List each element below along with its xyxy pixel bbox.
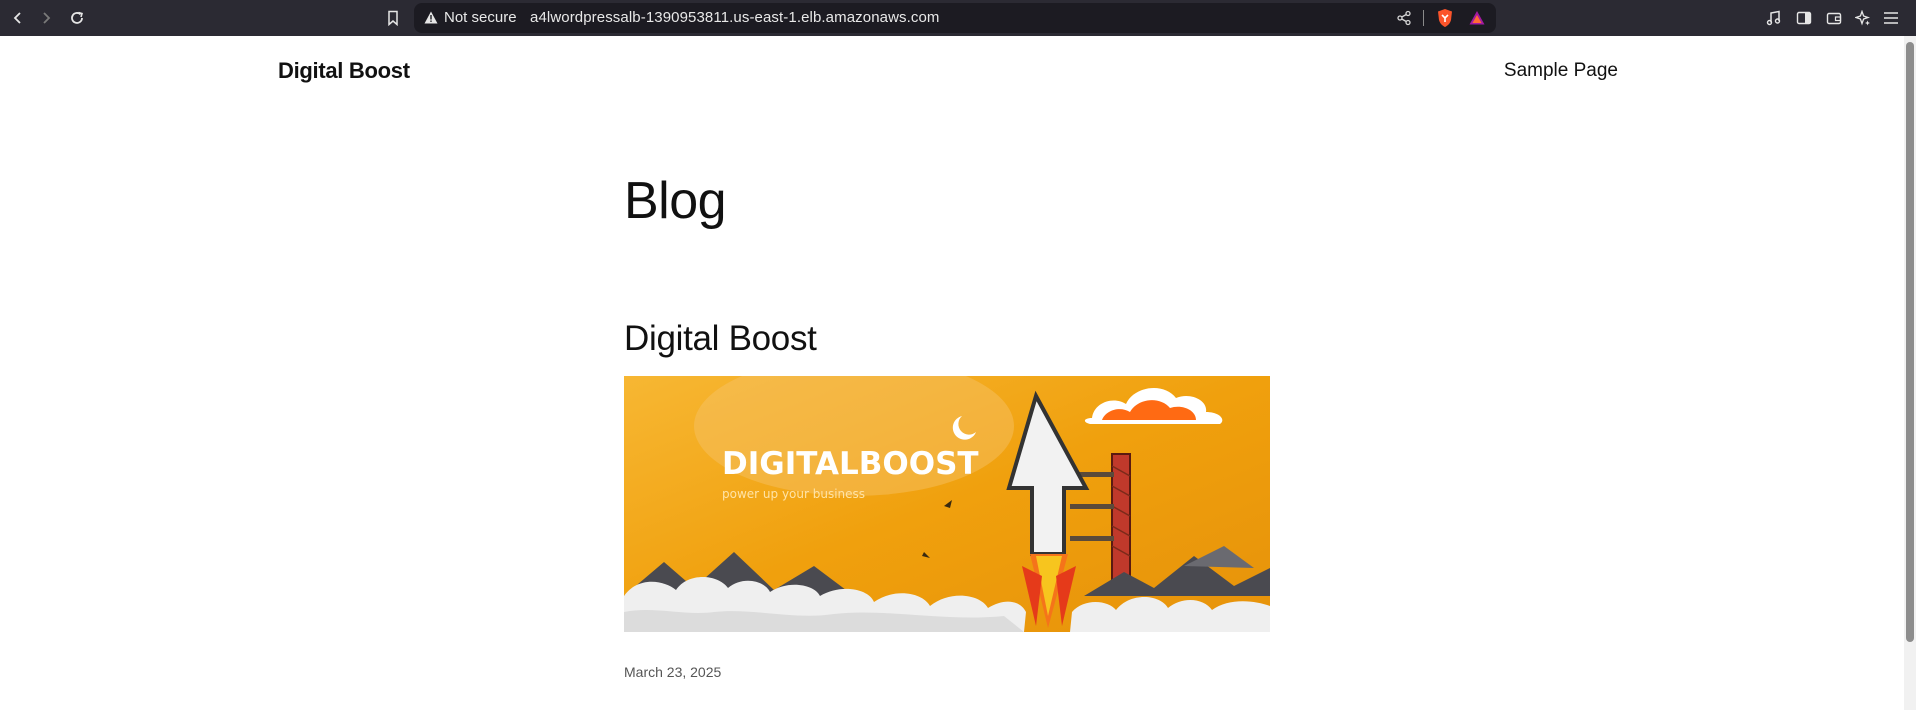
address-bar[interactable]: Not secure a4lwordpressalb-1390953811.us… — [414, 3, 1496, 33]
bookmark-icon[interactable] — [381, 6, 405, 30]
share-icon[interactable] — [1396, 10, 1412, 26]
scrollbar-thumb[interactable] — [1906, 42, 1914, 642]
banner-brand-text: DIGITALBOOST — [722, 446, 979, 482]
nav-sample-page-link[interactable]: Sample Page — [1504, 60, 1618, 82]
featured-image[interactable]: DIGITALBOOST power up your business — [624, 376, 1270, 632]
site-title-link[interactable]: Digital Boost — [278, 58, 410, 84]
forward-icon[interactable] — [34, 6, 58, 30]
post-title-link[interactable]: Digital Boost — [624, 319, 817, 359]
browser-toolbar: Not secure a4lwordpressalb-1390953811.us… — [0, 0, 1916, 36]
warning-icon — [424, 11, 438, 24]
not-secure-label[interactable]: Not secure — [444, 9, 517, 26]
url-text[interactable]: a4lwordpressalb-1390953811.us-east-1.elb… — [530, 9, 940, 26]
page-scrollbar[interactable] — [1904, 36, 1916, 710]
page-title: Blog — [624, 172, 727, 230]
media-icon[interactable] — [1763, 7, 1785, 29]
web-page: Digital Boost Sample Page Blog Digital B… — [0, 36, 1904, 710]
menu-icon[interactable] — [1880, 7, 1902, 29]
banner-tagline-text: power up your business — [722, 487, 865, 501]
sidebar-icon[interactable] — [1793, 7, 1815, 29]
leo-ai-icon[interactable] — [1852, 7, 1874, 29]
brave-shield-icon[interactable] — [1436, 8, 1454, 28]
reload-icon[interactable] — [65, 6, 89, 30]
wallet-icon[interactable] — [1823, 7, 1845, 29]
brave-rewards-icon[interactable] — [1468, 9, 1486, 27]
post-date: March 23, 2025 — [624, 664, 722, 680]
back-icon[interactable] — [6, 6, 30, 30]
urlbar-separator — [1423, 10, 1424, 26]
